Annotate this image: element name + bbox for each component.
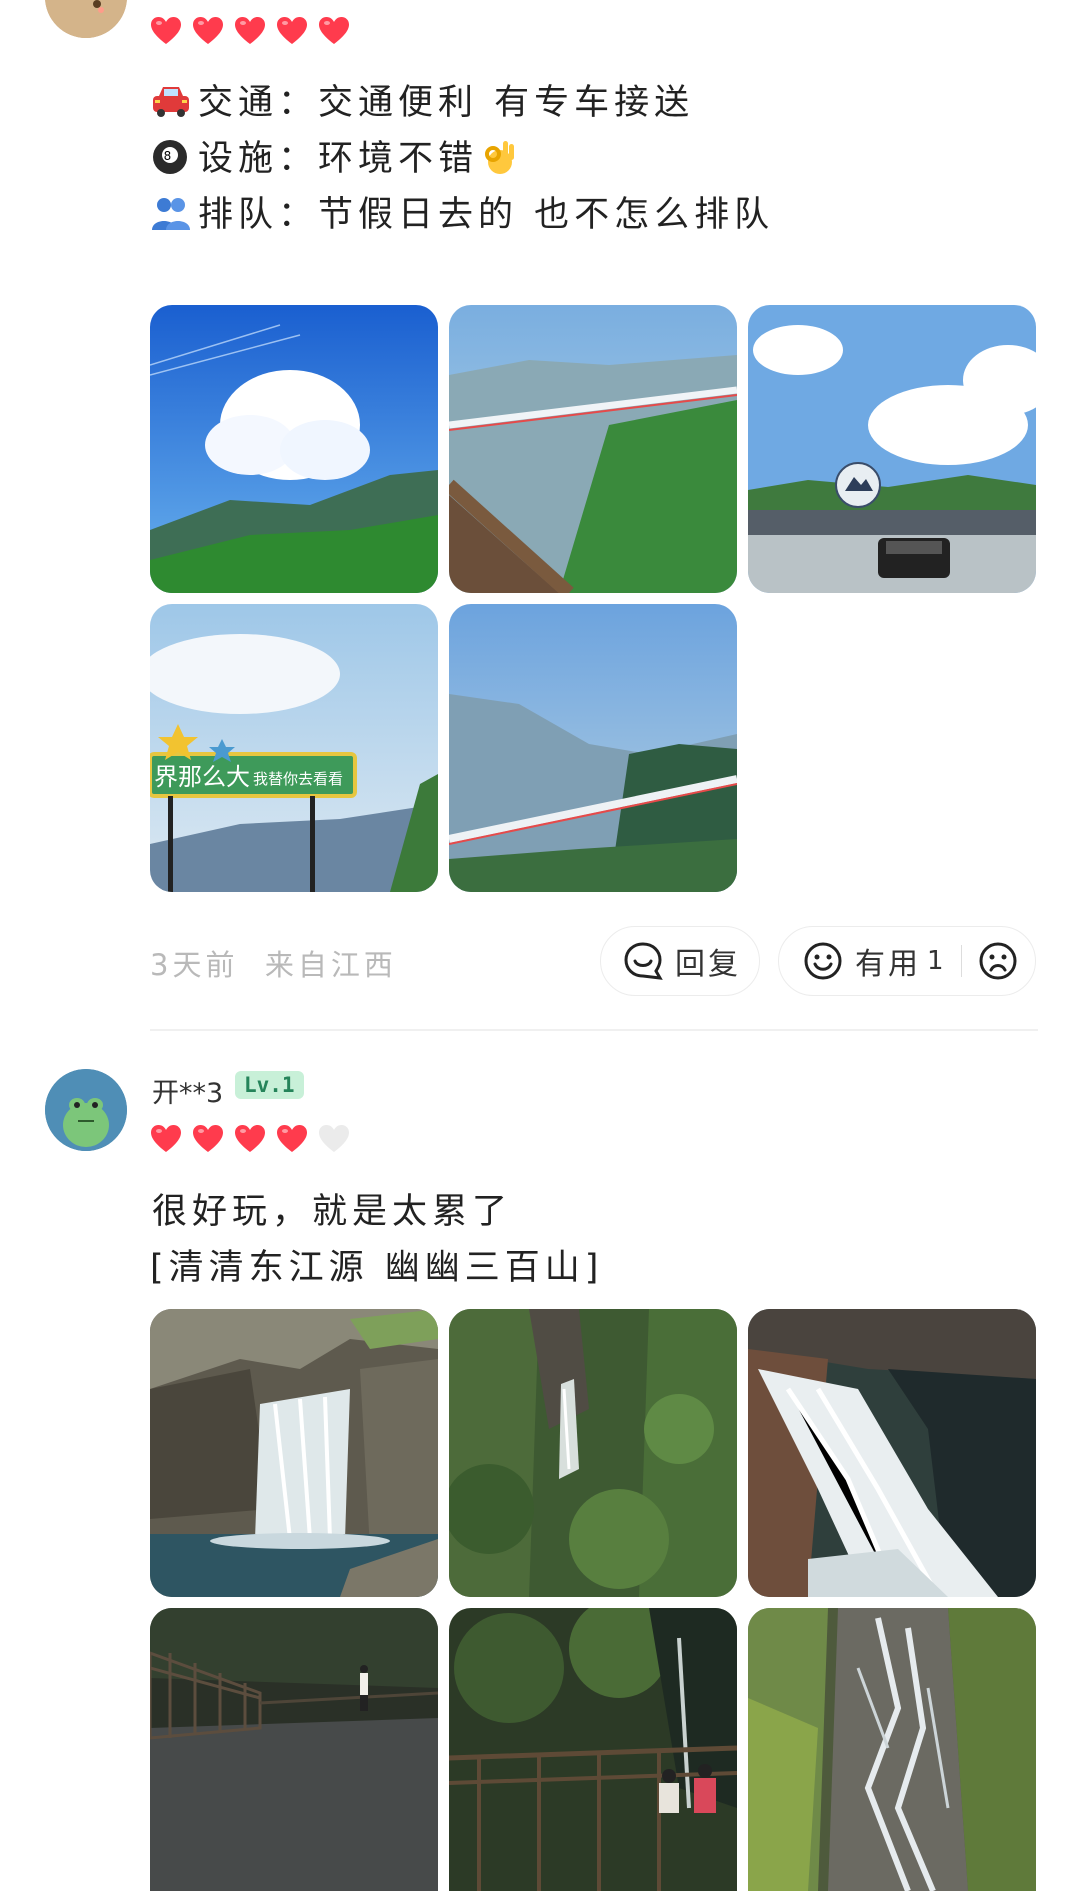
cascade-rocks-image xyxy=(748,1608,1036,1891)
heart-icon xyxy=(151,1125,181,1152)
traffic-label: 交通 xyxy=(198,83,279,123)
frown-icon[interactable] xyxy=(978,941,1018,981)
review-photo[interactable] xyxy=(150,1309,438,1597)
sky-cloud-mountain-image xyxy=(150,305,438,593)
chat-bubble-icon xyxy=(624,942,663,980)
car-icon xyxy=(153,87,189,117)
level-badge: Lv.1 xyxy=(235,1071,304,1099)
facility-text: 环境不错 xyxy=(318,139,479,179)
queue-text: 节假日去的 也不怎么排队 xyxy=(318,195,775,235)
review-photo[interactable] xyxy=(748,1608,1036,1891)
people-icon xyxy=(152,198,190,230)
heart-empty-icon xyxy=(319,1125,349,1152)
review-line-queue: 排队：节假日去的 也不怎么排队 xyxy=(150,186,774,237)
heart-icon xyxy=(319,17,349,44)
scenic-gate-car-image xyxy=(748,305,1036,593)
useful-count: 1 xyxy=(927,946,947,976)
svg-text:8: 8 xyxy=(164,149,177,163)
useful-label: 有用 xyxy=(855,947,921,982)
review-divider xyxy=(150,1029,1038,1031)
review-photo[interactable]: 界那么大 我替你去看看 xyxy=(150,604,438,892)
separator: ： xyxy=(278,195,319,235)
rating-hearts xyxy=(150,1124,350,1154)
signboard-star-image: 界那么大 我替你去看看 xyxy=(150,604,438,892)
review-photo[interactable] xyxy=(449,305,737,593)
separator: ： xyxy=(278,83,319,123)
review-meta: 3天前 来自江西 xyxy=(150,942,397,984)
separator: ： xyxy=(278,139,319,179)
heart-icon xyxy=(277,1125,307,1152)
review-location: 来自江西 xyxy=(264,948,397,982)
review-photo[interactable] xyxy=(748,1309,1036,1597)
waterfall-forest-image xyxy=(449,1309,737,1597)
reviewer-avatar[interactable] xyxy=(45,0,127,38)
useful-button[interactable]: 有用 1 xyxy=(803,939,947,983)
pill-divider xyxy=(960,945,963,977)
useful-pill: 有用 1 xyxy=(778,926,1036,996)
review-text: 很好玩，就是太累了 xyxy=(152,1192,513,1232)
heart-icon xyxy=(151,17,181,44)
rating-hearts xyxy=(150,16,350,46)
reply-label: 回复 xyxy=(675,947,741,982)
review-photo[interactable] xyxy=(449,1309,737,1597)
heart-icon xyxy=(193,1125,223,1152)
reviewer-username[interactable]: 开**3 xyxy=(152,1071,223,1110)
smile-icon xyxy=(804,942,842,980)
frog-avatar-icon xyxy=(45,1069,127,1151)
queue-label: 排队 xyxy=(198,195,279,235)
reviewer-avatar[interactable] xyxy=(45,1069,127,1151)
review-photo[interactable] xyxy=(748,305,1036,593)
svg-text:我替你去看看: 我替你去看看 xyxy=(253,770,343,788)
waterfall-rocks-image xyxy=(748,1309,1036,1597)
glass-bridge-valley-image xyxy=(449,305,737,593)
waterfall-pool-image xyxy=(150,1309,438,1597)
review-photo[interactable] xyxy=(150,1608,438,1891)
review-tag[interactable]: [清清东江源 幽幽三百山] xyxy=(150,1239,603,1290)
forest-railing-image xyxy=(449,1608,737,1891)
review-photo[interactable] xyxy=(449,1608,737,1891)
bridge-mountains-image xyxy=(449,604,737,892)
reply-button[interactable]: 回复 xyxy=(600,926,760,996)
heart-icon xyxy=(235,17,265,44)
heart-icon xyxy=(235,1125,265,1152)
facility-label: 设施 xyxy=(198,139,279,179)
8-ball-icon: 8 xyxy=(153,140,187,174)
ok-hand-icon xyxy=(485,141,515,174)
review-photo[interactable] xyxy=(449,604,737,892)
traffic-text: 交通便利 有专车接送 xyxy=(318,83,695,123)
heart-icon xyxy=(193,17,223,44)
svg-text:界那么大: 界那么大 xyxy=(154,763,250,791)
avatar-face-icon xyxy=(45,0,127,38)
review-time: 3天前 xyxy=(150,948,239,982)
dark-path-image xyxy=(150,1608,438,1891)
review-line-traffic: 交通：交通便利 有专车接送 xyxy=(150,74,694,125)
heart-icon xyxy=(277,17,307,44)
review-photo[interactable] xyxy=(150,305,438,593)
review-line-facility: 8 设施：环境不错 xyxy=(150,130,528,181)
